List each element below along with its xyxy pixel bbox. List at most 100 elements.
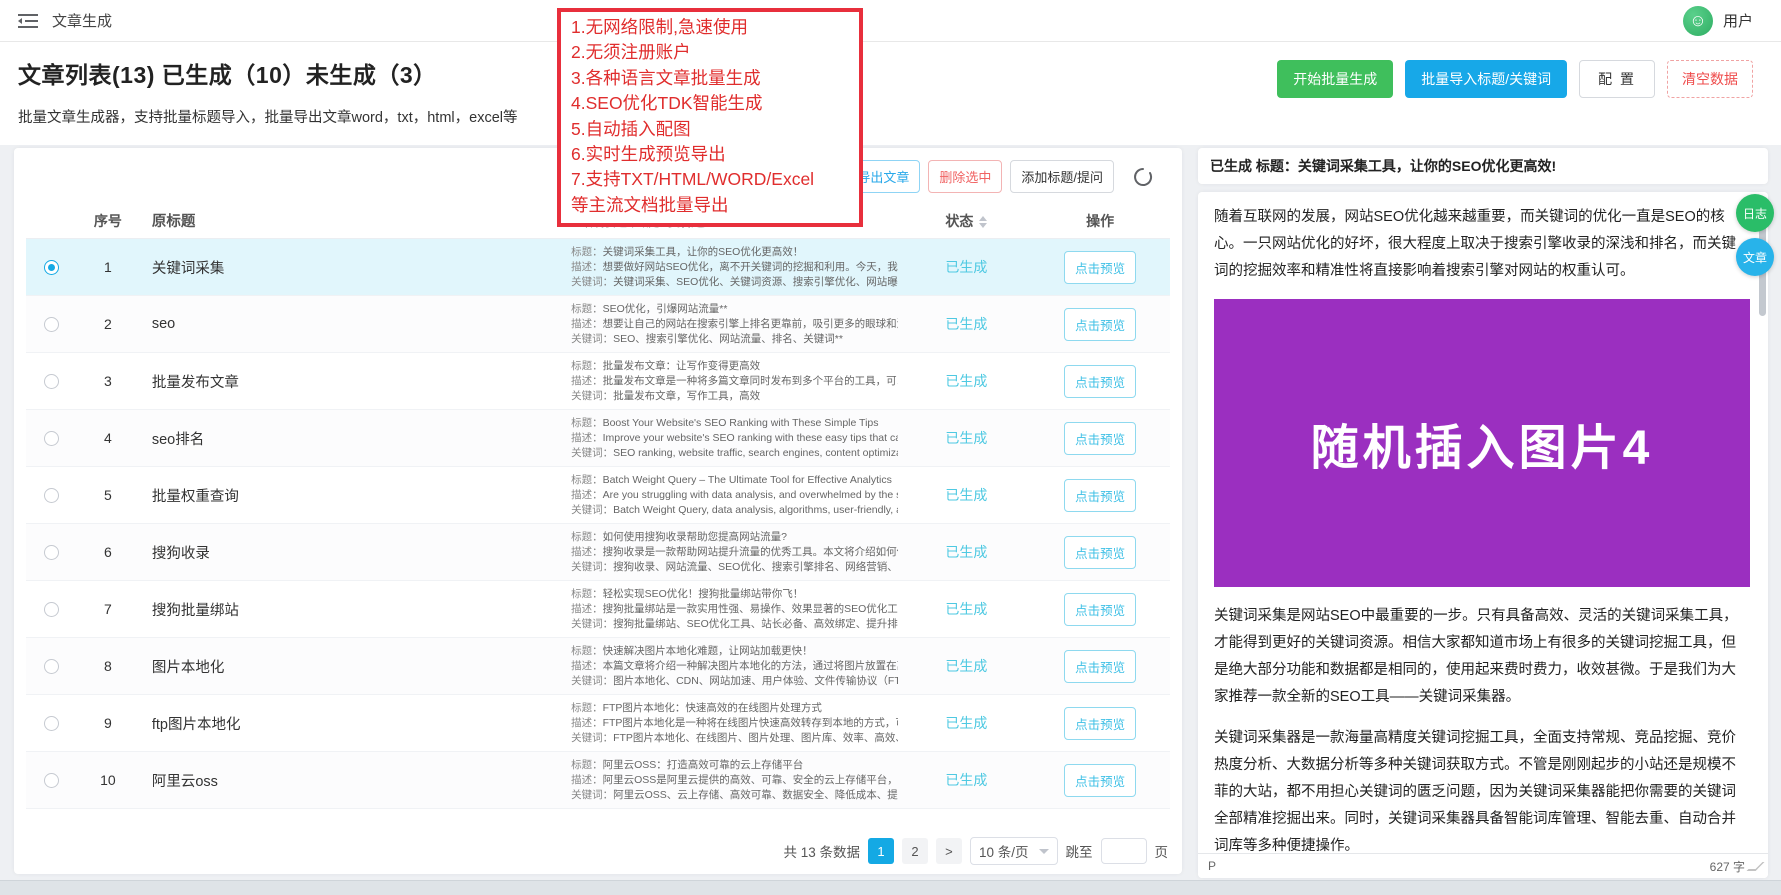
word-count: 627 字 [1709, 859, 1745, 874]
preview-button[interactable]: 点击预览 [1064, 307, 1137, 341]
row-index: 1 [103, 259, 112, 275]
batch-import-button[interactable]: 批量导入标题/关键词 [1405, 60, 1568, 98]
generated-title: Boost Your Website's SEO Ranking with Th… [602, 416, 879, 429]
log-floating-button[interactable]: 日志 [1736, 194, 1774, 232]
row-generated-info: 标题：关键词采集工具，让你的SEO优化更高效！ 描述：想要做好网站SEO优化，离… [567, 245, 902, 290]
article-floating-button[interactable]: 文章 [1736, 238, 1774, 276]
preview-button[interactable]: 点击预览 [1064, 421, 1137, 455]
page-subtitle: 批量文章生成器，支持批量标题导入，批量导出文章word，txt，html，exc… [18, 110, 518, 126]
status-badge: 已生成 [945, 601, 988, 617]
table-row[interactable]: 3 批量发布文章 标题：批量发布文章：让写作变得更高效 描述：批量发布文章是一种… [26, 353, 1170, 410]
row-index: 9 [103, 715, 112, 731]
row-original-title: 批量发布文章 [151, 374, 239, 391]
feature-annotation-box: 1.无网络限制,急速使用 2.无须注册账户 3.各种语言文章批量生成 4.SEO优化T… [557, 8, 863, 228]
user-label: 用户 [1722, 13, 1753, 30]
start-batch-generate-button[interactable]: 开始批量生成 [1277, 60, 1394, 98]
col-header-status[interactable]: 状态 [902, 211, 1030, 231]
preview-button[interactable]: 点击预览 [1064, 250, 1137, 284]
clear-data-button[interactable]: 清空数据 [1667, 60, 1753, 98]
user-menu[interactable]: ☺ 用户 [1682, 5, 1753, 36]
generated-keywords: Batch Weight Query, data analysis, algor… [613, 503, 898, 516]
pagination: 共 13 条数据 1 2 > 10 条/页 跳至 页 [26, 828, 1170, 874]
table-row[interactable]: 8 图片本地化 标题：快速解决图片本地化难题，让网站加载更快！ 描述：本篇文章将… [26, 638, 1170, 695]
table-row[interactable]: 2 seo 标题：SEO优化，引爆网站流量** 描述：想要让自己的网站在搜索引擎… [26, 296, 1170, 353]
row-original-title: 搜狗批量绑站 [151, 602, 239, 619]
table-row[interactable]: 7 搜狗批量绑站 标题：轻松实现SEO优化！搜狗批量绑站带你飞！ 描述：搜狗批量… [26, 581, 1170, 638]
generated-title: 快速解决图片本地化难题，让网站加载更快！ [602, 644, 813, 657]
page-button-1[interactable]: 1 [867, 838, 894, 864]
preview-scrollbar[interactable] [1759, 196, 1766, 844]
preview-button[interactable]: 点击预览 [1064, 763, 1137, 797]
jump-page-input[interactable] [1100, 838, 1147, 864]
add-title-button[interactable]: 添加标题/提问 [1010, 160, 1114, 193]
generated-title: 轻松实现SEO优化！搜狗批量绑站带你飞！ [602, 587, 804, 600]
row-radio[interactable] [44, 772, 60, 788]
pagination-total: 共 13 条数据 [783, 845, 860, 860]
preview-panel: 已生成 标题：关键词采集工具，让你的SEO优化更高效! 随着互联网的发展，网站S… [1198, 148, 1768, 878]
row-generated-info: 标题：轻松实现SEO优化！搜狗批量绑站带你飞！ 描述：搜狗批量绑站是一款实用性强… [567, 587, 902, 632]
row-radio[interactable] [44, 430, 60, 446]
table-row[interactable]: 1 关键词采集 标题：关键词采集工具，让你的SEO优化更高效！ 描述：想要做好网… [26, 239, 1170, 296]
row-radio[interactable] [44, 658, 60, 674]
generated-keywords: FTP图片本地化、在线图片、图片处理、图片库、效率、高效、方便、编辑、管理 [613, 731, 898, 744]
row-original-title: 阿里云oss [151, 773, 218, 790]
bottom-strip [0, 880, 1781, 895]
row-radio[interactable] [44, 259, 60, 275]
row-radio[interactable] [44, 373, 60, 389]
table-row[interactable]: 5 批量权重查询 标题：Batch Weight Query – The Ult… [26, 467, 1170, 524]
row-index: 5 [103, 487, 112, 503]
row-radio[interactable] [44, 715, 60, 731]
refresh-icon[interactable] [1132, 166, 1154, 188]
preview-paragraph-1: 随着互联网的发展，网站SEO优化越来越重要，而关键词的优化一直是SEO的核心。一… [1214, 209, 1736, 279]
preview-body[interactable]: 随着互联网的发展，网站SEO优化越来越重要，而关键词的优化一直是SEO的核心。一… [1198, 192, 1768, 853]
config-button[interactable]: 配 置 [1579, 60, 1655, 98]
status-badge: 已生成 [945, 259, 988, 275]
table-row[interactable]: 4 seo排名 标题：Boost Your Website's SEO Rank… [26, 410, 1170, 467]
page-button-2[interactable]: 2 [901, 838, 928, 864]
preview-card: 随着互联网的发展，网站SEO优化越来越重要，而关键词的优化一直是SEO的核心。一… [1198, 192, 1768, 878]
row-generated-info: 标题：如何使用搜狗收录帮助您提高网站流量? 描述：搜狗收录是一款帮助网站提升流量… [567, 530, 902, 575]
preview-button[interactable]: 点击预览 [1064, 706, 1137, 740]
annotation-line: 4.SEO优化TDK智能生成 [571, 93, 763, 114]
status-badge: 已生成 [945, 373, 988, 389]
preview-button[interactable]: 点击预览 [1064, 535, 1137, 569]
page-header: 文章列表(13) 已生成（10）未生成（3） 批量文章生成器，支持批量标题导入，… [0, 42, 1781, 145]
row-generated-info: 标题：SEO优化，引爆网站流量** 描述：想要让自己的网站在搜索引擎上排名更靠前… [567, 302, 902, 347]
row-index: 7 [103, 601, 112, 617]
preview-button[interactable]: 点击预览 [1064, 592, 1137, 626]
generated-description: 搜狗批量绑站是一款实用性强、易操作、效果显著的SEO优化工具，帮助站长高效绑定站… [602, 602, 899, 615]
article-list-panel: 导出文章 删除选中 添加标题/提问 序号 原标题 生成标题/关键词/描述 状态 … [14, 148, 1182, 874]
preview-title: 已生成 标题：关键词采集工具，让你的SEO优化更高效! [1198, 148, 1768, 184]
generated-keywords: 图片本地化、CDN、网站加速、用户体验、文件传输协议（FTP） [613, 674, 899, 687]
delete-selected-button[interactable]: 删除选中 [928, 160, 1003, 193]
row-generated-info: 标题：阿里云OSS：打造高效可靠的云上存储平台 描述：阿里云OSS是阿里云提供的… [567, 758, 902, 803]
preview-button[interactable]: 点击预览 [1064, 478, 1137, 512]
row-radio[interactable] [44, 316, 60, 332]
row-radio[interactable] [44, 601, 60, 617]
row-original-title: seo [151, 316, 176, 332]
generated-title: 关键词采集工具，让你的SEO优化更高效！ [602, 245, 804, 258]
table-row[interactable]: 9 ftp图片本地化 标题：FTP图片本地化：快速高效的在线图片处理方式 描述：… [26, 695, 1170, 752]
generated-description: Are you struggling with data analysis, a… [602, 488, 899, 501]
preview-button[interactable]: 点击预览 [1064, 364, 1137, 398]
article-generator-app: 文章生成 ☺ 用户 文章列表(13) 已生成（10）未生成（3） 批量文章生成器… [0, 0, 1781, 895]
next-page-button[interactable]: > [935, 838, 962, 864]
row-radio[interactable] [44, 544, 60, 560]
jump-label: 跳至 [1065, 845, 1093, 860]
generated-keywords: SEO ranking, website traffic, search eng… [613, 446, 898, 459]
row-radio[interactable] [44, 487, 60, 503]
menu-fold-icon[interactable] [18, 13, 38, 29]
preview-button[interactable]: 点击预览 [1064, 649, 1137, 683]
sort-icon[interactable] [979, 215, 988, 228]
app-title: 文章生成 [52, 13, 113, 30]
jump-suffix: 页 [1154, 845, 1169, 860]
generated-description: FTP图片本地化是一种将在线图片快速高效转存到本地的方式，可以大大提高图片处理的… [602, 716, 899, 729]
generated-title: 阿里云OSS：打造高效可靠的云上存储平台 [602, 758, 804, 771]
status-badge: 已生成 [945, 430, 988, 446]
generated-description: 批量发布文章是一种将多篇文章同时发布到多个平台的工具，可以帮助写作者提高工作效率 [602, 374, 899, 387]
table-row[interactable]: 6 搜狗收录 标题：如何使用搜狗收录帮助您提高网站流量? 描述：搜狗收录是一款帮… [26, 524, 1170, 581]
table-row[interactable]: 10 阿里云oss 标题：阿里云OSS：打造高效可靠的云上存储平台 描述：阿里云… [26, 752, 1170, 809]
user-avatar[interactable]: ☺ [1682, 5, 1713, 36]
page-size-select[interactable]: 10 条/页 [969, 837, 1058, 865]
resize-grip-icon[interactable] [1746, 861, 1765, 871]
